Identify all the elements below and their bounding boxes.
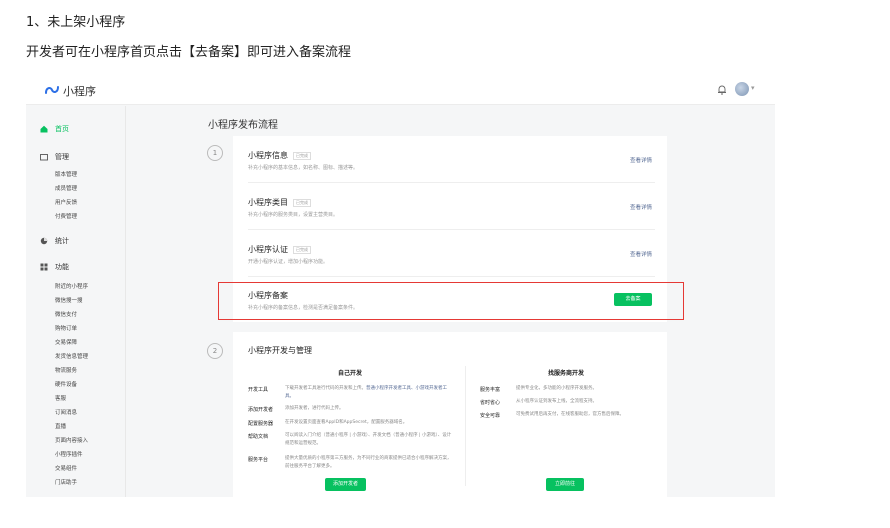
sidebar-item-service[interactable]: 客服 (55, 394, 66, 402)
step-row-verify-desc: 开通小程序认证，增加小程序功能。 (248, 259, 329, 265)
divider (248, 182, 655, 183)
verify-detail-link[interactable]: 查看详情 (630, 250, 652, 258)
sidebar-item-label: 管理 (55, 153, 69, 161)
step-row-verify-title: 小程序认证 已完成 (248, 244, 311, 255)
folder-icon (40, 154, 48, 161)
sidebar-item-guarantee[interactable]: 交易保障 (55, 338, 77, 346)
step-row-info-title: 小程序信息 已完成 (248, 150, 311, 161)
feature-desc: 下载开发者工具进行代码的开发和上传。普通小程序开发者工具、小游戏开发者工具。 (285, 386, 447, 399)
add-developer-button[interactable]: 添加开发者 (325, 478, 366, 491)
feature-desc: 在开发设置页面查看AppID和AppSecret，配置服务器域名。 (285, 420, 408, 425)
go-now-button[interactable]: 立即前往 (546, 478, 584, 491)
mini-program-logo-icon (45, 86, 59, 94)
sidebar-item-home[interactable]: 首页 (40, 124, 69, 134)
step-number-1: 1 (207, 145, 223, 161)
status-badge: 已完成 (293, 245, 311, 254)
sidebar-item-plugins[interactable]: 小程序插件 (55, 450, 83, 458)
step-number-2: 2 (207, 343, 223, 359)
sidebar-item-payment[interactable]: 付费管理 (55, 212, 77, 220)
feature-desc: 添加开发者，进行代码上传。 (285, 406, 344, 411)
status-badge: 已完成 (293, 198, 311, 207)
feature-desc: 提供大量优质的小程序第三方服务，为不同行业的商家提供已适合小程序解决方案，前往服… (285, 456, 452, 469)
sidebar-item-label: 统计 (55, 237, 69, 245)
sidebar-item-live[interactable]: 直播 (55, 422, 66, 430)
feature-label: 省时省心 (480, 400, 501, 406)
feature-label: 开发工具 (248, 387, 269, 393)
sidebar-item-orders[interactable]: 购物订单 (55, 324, 77, 332)
step-row-info-desc: 补充小程序的基本信息，如名称、图标、描述等。 (248, 165, 359, 171)
sidebar-item-label: 首页 (55, 125, 69, 133)
feature-label: 帮助文档 (248, 434, 269, 440)
sidebar: 首页 管理 版本管理 成员管理 用户反馈 付费管理 统计 功能 附近的小程序 微… (26, 106, 126, 497)
feature-desc: 可以阅读入门介绍（普通小程序 | 小游戏）、开发文档（普通小程序 | 小游戏）、… (285, 433, 452, 446)
sidebar-item-feedback[interactable]: 用户反馈 (55, 198, 77, 206)
chevron-down-icon[interactable]: ▾ (751, 84, 755, 92)
sidebar-item-version[interactable]: 版本管理 (55, 170, 77, 178)
sidebar-item-nearby[interactable]: 附近的小程序 (55, 282, 88, 290)
sidebar-item-label: 功能 (55, 263, 69, 271)
bell-icon[interactable] (717, 84, 727, 95)
divider (248, 229, 655, 230)
top-bar: 小程序 ▾ (26, 74, 775, 105)
page-title: 小程序发布流程 (208, 120, 278, 131)
sidebar-item-wxpay[interactable]: 微信支付 (55, 310, 77, 318)
divider (465, 366, 466, 486)
feature-label: 配置服务器 (248, 421, 274, 427)
sidebar-item-members[interactable]: 成员管理 (55, 184, 77, 192)
feature-desc: 提供专业化，多功能的小程序开发服务。 (516, 386, 597, 391)
sidebar-item-manage[interactable]: 管理 (40, 152, 69, 162)
home-icon (40, 125, 48, 133)
stats-icon (40, 237, 48, 245)
self-dev-title: 自己开发 (338, 370, 363, 377)
feature-label: 添加开发者 (248, 407, 274, 413)
grid-icon (40, 263, 48, 271)
sidebar-item-hardware[interactable]: 硬件设备 (55, 380, 77, 388)
feature-label: 服务丰富 (480, 387, 501, 393)
provider-dev-title: 找服务商开发 (548, 370, 585, 377)
doc-instruction-text: 开发者可在小程序首页点击【去备案】即可进入备案流程 (26, 45, 352, 60)
highlight-box (218, 282, 684, 320)
sidebar-item-page-content[interactable]: 页面内容接入 (55, 436, 88, 444)
sidebar-item-logistics[interactable]: 物流服务 (55, 366, 77, 374)
status-badge: 已完成 (293, 151, 311, 160)
doc-heading: 1、未上架小程序 (26, 15, 126, 30)
sidebar-item-search[interactable]: 微信搜一搜 (55, 296, 83, 304)
sidebar-item-stats[interactable]: 统计 (40, 236, 69, 246)
section-title: 小程序开发与管理 (248, 346, 312, 355)
sidebar-item-subscribe[interactable]: 订阅消息 (55, 408, 77, 416)
sidebar-item-shipping[interactable]: 发货信息管理 (55, 352, 88, 360)
avatar[interactable] (735, 82, 749, 96)
app-logo-text[interactable]: 小程序 (63, 83, 96, 99)
feature-desc: 可免费试用后再支付，在线客服助您，官方售后保障。 (516, 412, 624, 417)
feature-desc: 从小程序认证到发布上线，全流程支持。 (516, 399, 597, 404)
feature-label: 服务平台 (248, 457, 269, 463)
feature-label: 安全可靠 (480, 413, 501, 419)
sidebar-item-trade-components[interactable]: 交易组件 (55, 464, 77, 472)
step-row-category-desc: 补充小程序的服务类目，设置主营类目。 (248, 212, 339, 218)
sidebar-item-store-helper[interactable]: 门店助手 (55, 478, 77, 486)
category-detail-link[interactable]: 查看详情 (630, 203, 652, 211)
sidebar-item-features[interactable]: 功能 (40, 262, 69, 272)
screenshot-window: 小程序 ▾ 首页 管理 版本管理 成员管理 用户反馈 付费管理 统计 功能 附近… (26, 74, 775, 497)
dev-management-card: 小程序开发与管理 自己开发 找服务商开发 开发工具 下载开发者工具进行代码的开发… (233, 332, 667, 497)
info-detail-link[interactable]: 查看详情 (630, 156, 652, 164)
divider (248, 276, 655, 277)
step-row-category-title: 小程序类目 已完成 (248, 197, 311, 208)
